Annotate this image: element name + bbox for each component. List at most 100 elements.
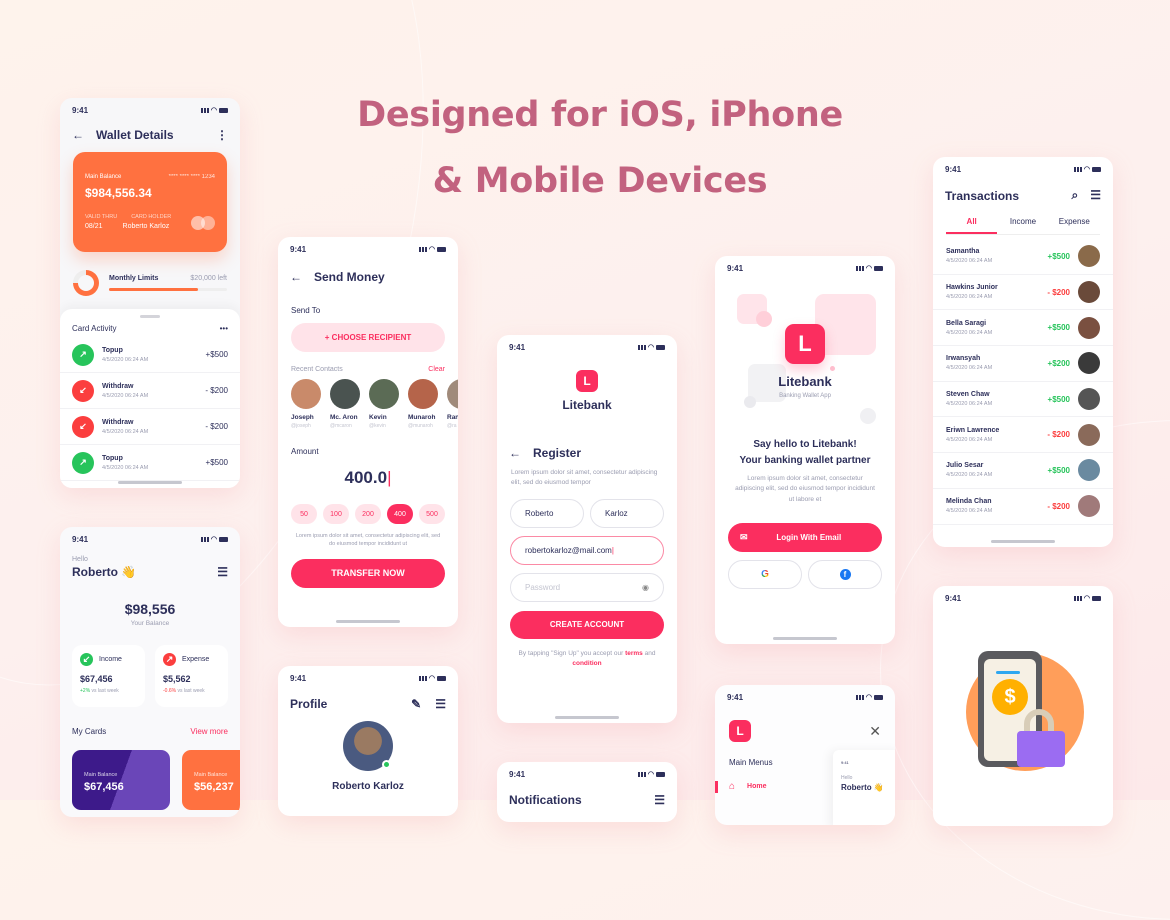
contact-item[interactable]: Ran @ra [447,379,458,429]
card-orange[interactable]: Main Balance $56,237 [182,750,240,810]
back-arrow-icon[interactable]: ← [509,446,521,460]
transaction-row[interactable]: Bella Saragi 4/5/2020 06:24 AM +$500 [933,310,1113,347]
clear-button[interactable]: Clear [428,366,445,373]
battery-icon [437,675,446,681]
menu-icon[interactable]: ☰ [1090,188,1101,203]
search-icon[interactable]: ⌕ [1072,188,1079,203]
create-account-button[interactable]: CREATE ACCOUNT [510,610,664,639]
eye-icon[interactable]: ◉ [642,583,649,592]
card-label: Main Balance [85,174,122,180]
choose-recipient-button[interactable]: + CHOOSE RECIPIENT [291,323,445,352]
wifi-icon: ◠ [210,106,217,114]
transfer-now-button[interactable]: TRANSFER NOW [291,558,445,588]
amount-chip[interactable]: 200 [355,504,381,524]
menu-icon[interactable]: ☰ [654,793,665,807]
transaction-row[interactable]: Irwansyah 4/5/2020 06:24 AM +$200 [933,346,1113,382]
edit-pencil-icon[interactable]: ✎ [411,697,421,711]
activity-date: 4/5/2020 06:24 AM [102,392,149,399]
expense-card[interactable]: ↗ Expense $5,562 -0.6% vs last week [155,645,228,707]
valid-thru-label: VALID THRU [85,214,118,220]
contact-item[interactable]: Mc. Aron @mcaron [330,379,361,429]
transaction-row[interactable]: Julio Sesar 4/5/2020 06:24 AM +$500 [933,453,1113,489]
signal-icon [418,246,427,252]
password-input[interactable]: Password ◉ [510,572,664,602]
preview-name: Roberto 👋 [841,783,884,792]
transaction-row[interactable]: Samantha 4/5/2020 06:24 AM +$500 [933,239,1113,275]
condition-link[interactable]: condition [572,660,601,667]
login-email-label: Login With Email [776,533,842,543]
profile-screen: 9:41 ◠ Profile ✎ ☰ Roberto Karloz [278,666,458,816]
app-logo: L [729,720,751,742]
battery-icon [1092,595,1101,601]
status-bar: 9:41 ◠ [933,589,1113,607]
password-placeholder: Password [525,582,561,592]
terms-link[interactable]: terms [625,650,643,657]
activity-row[interactable]: ↗ Topup 4/5/2020 06:24 AM +$500 [60,445,240,481]
limits-progress-bar [109,288,227,291]
send-money-screen: 9:41 ◠ ← Send Money Send To + CHOOSE RECIP… [278,237,458,627]
activity-row[interactable]: ↙ Withdraw 4/5/2020 06:24 AM - $200 [60,409,240,445]
hero-line-2: & Mobile Devices [432,161,768,201]
status-bar: 9:41 ◠ [497,765,677,783]
contact-item[interactable]: Joseph @joseph [291,379,322,429]
more-horizontal-icon[interactable]: ••• [220,324,228,333]
transaction-row[interactable]: Melinda Chan 4/5/2020 06:24 AM - $200 [933,489,1113,525]
arrow-down-left-icon: ↙ [72,379,94,402]
expense-value: $5,562 [163,674,191,684]
income-card[interactable]: ↙ Income $67,456 +2% vs last week [72,645,145,707]
activity-row[interactable]: ↙ Withdraw 4/5/2020 06:24 AM - $200 [60,373,240,409]
login-email-button[interactable]: ✉ Login With Email [728,523,882,553]
first-name-input[interactable]: Roberto [510,498,584,528]
view-more-link[interactable]: View more [190,727,228,736]
status-time: 9:41 [727,692,744,702]
more-vertical-icon[interactable]: ⋮ [216,128,228,142]
email-input[interactable]: robertokarloz@mail.com | [510,535,664,565]
amount-chip[interactable]: 100 [323,504,349,524]
status-bar: 9:41 ◠ [497,338,677,356]
transaction-name: Hawkins Junior [946,284,998,292]
card-purple[interactable]: Main Balance $67,456 [72,750,170,810]
my-cards-title: My Cards [72,727,107,736]
activity-row[interactable]: ↗ Topup 4/5/2020 06:24 AM +$500 [60,337,240,373]
amount-chip[interactable]: 500 [419,504,445,524]
contact-item[interactable]: Kevin @kevin [369,379,400,429]
transaction-avatar [1078,316,1100,339]
transaction-row[interactable]: Steven Chaw 4/5/2020 06:24 AM +$500 [933,382,1113,418]
tab-expense[interactable]: Expense [1049,217,1100,234]
tab-all[interactable]: All [946,217,998,234]
user-name: Roberto 👋 [72,565,137,579]
section-title: Card Activity [72,324,117,333]
google-login-button[interactable]: G [728,560,802,590]
income-change: +2% [80,688,91,694]
transaction-row[interactable]: Eriwn Lawrence 4/5/2020 06:24 AM - $200 [933,417,1113,454]
amount-chip[interactable]: 400 [387,504,413,524]
transaction-name: Steven Chaw [946,391,990,399]
mail-icon: ✉ [740,532,748,543]
status-bar: 9:41 ◠ [60,101,240,119]
home-preview: 9:41 Hello Roberto 👋 [833,750,895,825]
credit-card[interactable]: Main Balance **** **** **** 1234 $984,556… [73,152,227,252]
transaction-amount: - $200 [1047,287,1070,297]
card-balance: $984,556.34 [85,186,152,200]
monthly-limits: Monthly Limits $20,000 left [73,270,227,296]
amount-value: 400.0 [344,468,388,487]
page-title: Transactions [945,188,1020,203]
contact-item[interactable]: Munaroh @munaroh [408,379,439,429]
contact-name: Munaroh [408,414,436,421]
menu-icon[interactable]: ☰ [217,565,228,579]
expense-label: Expense [182,656,210,663]
transaction-row[interactable]: Hawkins Junior 4/5/2020 06:24 AM - $200 [933,275,1113,311]
back-arrow-icon[interactable]: ← [72,128,84,142]
facebook-login-button[interactable]: f [808,560,882,590]
home-screen: 9:41 ◠ Hello Roberto 👋 ☰ $98,556 Your Bala… [60,527,240,817]
secure-payment-illustration: $ [966,651,1084,771]
amount-input[interactable]: 400.0| [278,468,458,488]
menu-icon[interactable]: ☰ [435,697,446,711]
signal-icon [200,536,209,542]
amount-chip[interactable]: 50 [291,504,317,524]
close-icon[interactable]: ✕ [869,723,881,740]
tab-income[interactable]: Income [997,217,1048,234]
back-arrow-icon[interactable]: ← [290,270,302,284]
email-value: robertokarloz@mail.com [525,545,612,555]
last-name-input[interactable]: Karloz [590,498,664,528]
